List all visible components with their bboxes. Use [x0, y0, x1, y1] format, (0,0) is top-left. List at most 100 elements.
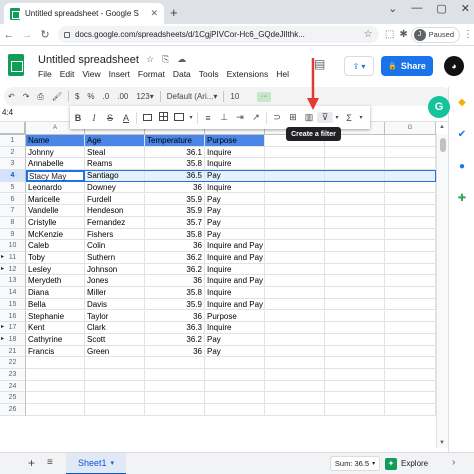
tab-search-icon[interactable]: ⌄: [388, 2, 397, 15]
grid-cell[interactable]: [265, 369, 325, 381]
grid-cell[interactable]: Davis: [85, 298, 145, 311]
grid-cell[interactable]: [385, 369, 436, 381]
grid-cell[interactable]: Maricelle: [26, 193, 85, 206]
row-number[interactable]: 23: [0, 369, 26, 381]
grid-cell[interactable]: [85, 392, 145, 405]
insert-comment-button[interactable]: ⊞: [285, 112, 301, 123]
grid-cell[interactable]: Kent: [26, 322, 85, 334]
url-text[interactable]: docs.google.com/spreadsheets/d/1CgjPIVCo…: [75, 30, 359, 39]
grid-cell[interactable]: [325, 193, 385, 206]
grid-cell[interactable]: Pay: [205, 345, 265, 358]
grid-cell[interactable]: [385, 240, 436, 252]
side-panel-toggle-icon[interactable]: ›: [452, 457, 455, 468]
menu-view[interactable]: View: [82, 69, 100, 79]
grid-cell[interactable]: Pay: [205, 333, 265, 346]
menu-extensions[interactable]: Extensions: [227, 69, 269, 79]
paint-format-icon[interactable]: 🖌: [48, 92, 66, 101]
grid-cell[interactable]: [26, 380, 85, 393]
grid-cell[interactable]: [385, 404, 436, 416]
scroll-down-icon[interactable]: ▼: [439, 440, 445, 446]
grid-cell[interactable]: [265, 240, 325, 252]
account-avatar[interactable]: ◕: [444, 56, 464, 76]
grid-cell[interactable]: Inquire and Pay: [205, 252, 265, 264]
grid-cell[interactable]: 35.7: [145, 216, 205, 229]
explore-button[interactable]: ✦ Explore: [385, 456, 435, 471]
tasks-icon[interactable]: ✔: [455, 127, 469, 141]
grid-cell[interactable]: [385, 135, 436, 147]
grammarly-icon[interactable]: G: [428, 96, 450, 118]
grid-cell[interactable]: Jones: [85, 275, 145, 288]
font-select[interactable]: Default (Ari...▾: [163, 92, 222, 101]
merge-caret-icon[interactable]: ▾: [187, 114, 195, 121]
grid-cell[interactable]: [145, 392, 205, 405]
grid-cell[interactable]: [325, 216, 385, 229]
lock-icon[interactable]: [64, 31, 70, 38]
grid-cell[interactable]: Name: [26, 135, 85, 147]
grid-cell[interactable]: 35.9: [145, 193, 205, 206]
text-rotation-button[interactable]: ↗: [248, 112, 264, 123]
grid-cell[interactable]: Inquire: [205, 322, 265, 334]
grid-cell[interactable]: [265, 298, 325, 311]
grid-cell[interactable]: [265, 193, 325, 206]
grid-cell[interactable]: [385, 380, 436, 393]
menu-edit[interactable]: Edit: [60, 69, 75, 79]
grid-cell[interactable]: [385, 263, 436, 276]
grid-cell[interactable]: Stephanie: [26, 310, 85, 323]
grid-cell[interactable]: Annabelle: [26, 158, 85, 171]
browser-menu-icon[interactable]: ⋮: [462, 29, 474, 40]
row-number[interactable]: 14: [0, 287, 26, 299]
grid-cell[interactable]: [325, 170, 385, 182]
grid-cell[interactable]: [265, 333, 325, 346]
grid-cell[interactable]: [385, 357, 436, 369]
grid-cell[interactable]: [385, 333, 436, 346]
spreadsheet-grid[interactable]: ABCDEFG 1NameAgeTemperaturePurpose2Johnn…: [0, 122, 436, 452]
grid-cell[interactable]: [385, 275, 436, 288]
row-number[interactable]: 2: [0, 146, 26, 159]
grid-cell[interactable]: 36.3: [145, 322, 205, 334]
row-number[interactable]: 24: [0, 380, 26, 393]
grid-cell[interactable]: Green: [85, 345, 145, 358]
menu-help[interactable]: Hel: [276, 69, 289, 79]
minimize-button[interactable]: —: [411, 2, 422, 15]
grid-cell[interactable]: 36: [145, 181, 205, 194]
row-number[interactable]: 15: [0, 298, 26, 311]
grid-cell[interactable]: Steal: [85, 146, 145, 159]
move-icon[interactable]: ⎘: [162, 54, 169, 65]
grid-cell[interactable]: [325, 333, 385, 346]
menu-format[interactable]: Format: [138, 69, 165, 79]
grid-cell[interactable]: [385, 287, 436, 299]
grid-cell[interactable]: Leonardo: [26, 181, 85, 194]
grid-cell[interactable]: Pay: [205, 193, 265, 206]
redo-icon[interactable]: ↷: [19, 92, 34, 101]
row-number[interactable]: 3: [0, 158, 26, 171]
row-number[interactable]: 22: [0, 357, 26, 369]
grid-cell[interactable]: 36.1: [145, 146, 205, 159]
omnibox[interactable]: docs.google.com/spreadsheets/d/1CgjPIVCo…: [58, 26, 379, 43]
grid-cell[interactable]: [325, 275, 385, 288]
grid-cell[interactable]: [205, 357, 265, 369]
grid-cell[interactable]: 35.9: [145, 298, 205, 311]
merge-cells-button[interactable]: [171, 112, 187, 123]
grid-cell[interactable]: Pay: [205, 170, 265, 182]
grid-cell[interactable]: Inquire and Pay: [205, 275, 265, 288]
grid-cell[interactable]: [205, 392, 265, 405]
grid-cell[interactable]: [26, 404, 85, 416]
grid-cell[interactable]: [385, 181, 436, 194]
grid-cell[interactable]: [325, 240, 385, 252]
menu-tools[interactable]: Tools: [199, 69, 219, 79]
grid-cell[interactable]: [205, 380, 265, 393]
grid-cell[interactable]: Reams: [85, 158, 145, 171]
grid-cell[interactable]: Diana: [26, 287, 85, 299]
grid-cell[interactable]: Fernandez: [85, 216, 145, 229]
grid-cell[interactable]: Inquire: [205, 146, 265, 159]
grid-cell[interactable]: Purpose: [205, 310, 265, 323]
vertical-align-button[interactable]: ⊥: [216, 112, 232, 123]
grid-cell[interactable]: Toby: [26, 252, 85, 264]
tab-close-icon[interactable]: ✕: [150, 8, 158, 19]
row-number[interactable]: 21: [0, 345, 26, 358]
grid-cell[interactable]: [26, 392, 85, 405]
undo-icon[interactable]: ↶: [4, 92, 19, 101]
grid-cell[interactable]: [265, 252, 325, 264]
grid-cell[interactable]: Caleb: [26, 240, 85, 252]
grid-cell[interactable]: [265, 228, 325, 241]
